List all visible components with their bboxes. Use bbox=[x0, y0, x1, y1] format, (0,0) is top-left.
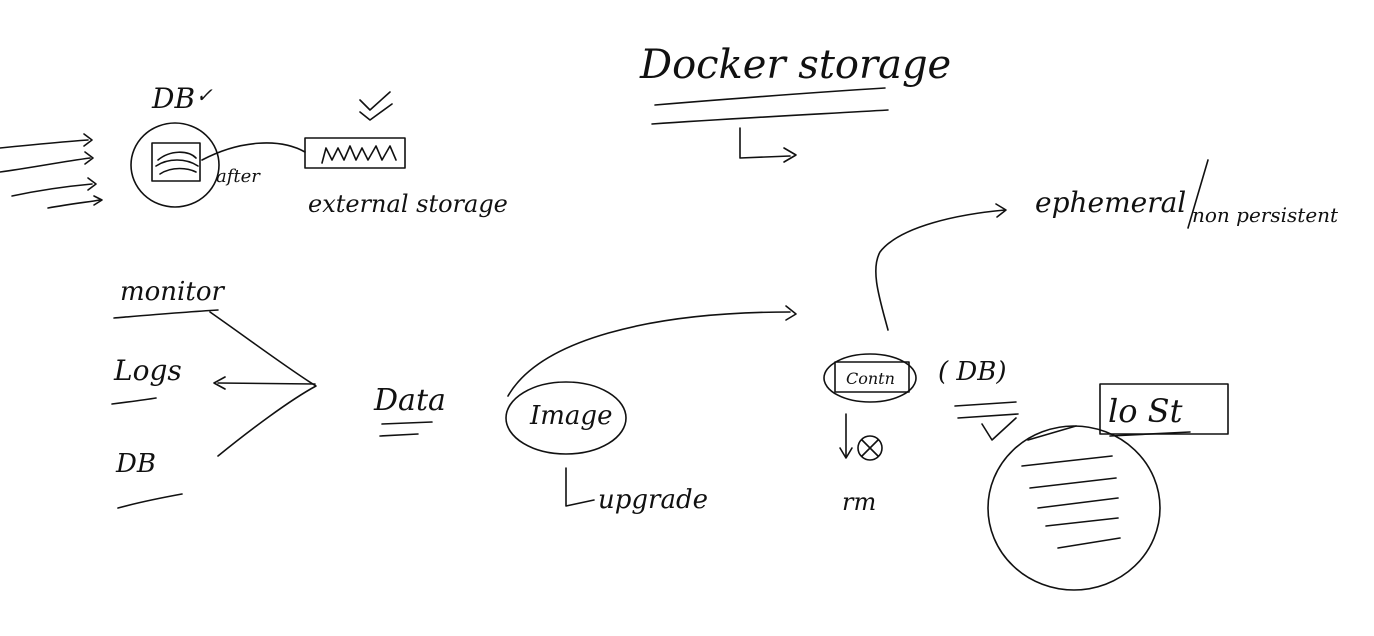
db-circle bbox=[130, 122, 220, 208]
external-storage-label: external storage bbox=[308, 190, 508, 218]
db-left-label: DB bbox=[115, 449, 156, 479]
data-label: Data bbox=[373, 383, 446, 418]
container-to-ephemeral-line bbox=[875, 209, 1006, 331]
db-box bbox=[151, 142, 201, 182]
non-persistent-label: non persistent bbox=[1192, 203, 1339, 227]
logs-underline bbox=[111, 397, 157, 405]
lost-data-circle bbox=[987, 425, 1161, 591]
monitor-label: monitor bbox=[120, 277, 225, 307]
remove-x-icon bbox=[861, 439, 879, 457]
title-underline-2 bbox=[651, 109, 889, 125]
lost-data-lines bbox=[1021, 425, 1121, 549]
title-arrow bbox=[739, 127, 791, 159]
title-docker-storage: Docker storage bbox=[639, 42, 951, 88]
lost-label: lo St bbox=[1108, 392, 1183, 430]
upgrade-arrow bbox=[565, 467, 595, 507]
title-arrow-head bbox=[783, 147, 797, 163]
container-label: Contn bbox=[846, 369, 895, 388]
ephemeral-label: ephemeral bbox=[1035, 186, 1186, 219]
db-top-check: ✓ bbox=[196, 83, 213, 107]
image-arc-head bbox=[785, 305, 797, 321]
db-paren-label: ( DB) bbox=[938, 357, 1007, 387]
after-label: after bbox=[216, 166, 261, 187]
rm-label: rm bbox=[842, 488, 876, 516]
db-scribble bbox=[155, 151, 199, 175]
image-label: Image bbox=[529, 401, 612, 431]
logs-label: Logs bbox=[113, 354, 182, 387]
data-underline bbox=[379, 421, 433, 437]
incoming-line-1 bbox=[0, 139, 89, 149]
db-top-label: DB bbox=[151, 82, 195, 115]
storage-check-marks bbox=[359, 91, 393, 121]
upgrade-label: upgrade bbox=[598, 485, 708, 515]
external-storage-wave bbox=[321, 145, 397, 164]
db-paren-underline-check bbox=[954, 401, 1019, 441]
external-storage-box bbox=[304, 137, 406, 169]
bracket-arrow-line bbox=[217, 382, 316, 385]
db-left-underline bbox=[117, 493, 183, 509]
whiteboard-canvas: Docker storage DB ✓ after external stora… bbox=[0, 42, 1339, 591]
title-underline-1 bbox=[654, 87, 886, 106]
incoming-line-4 bbox=[47, 199, 101, 209]
incoming-line-2 bbox=[0, 157, 91, 173]
monitor-underline bbox=[113, 309, 219, 319]
incoming-line-3 bbox=[11, 183, 93, 197]
